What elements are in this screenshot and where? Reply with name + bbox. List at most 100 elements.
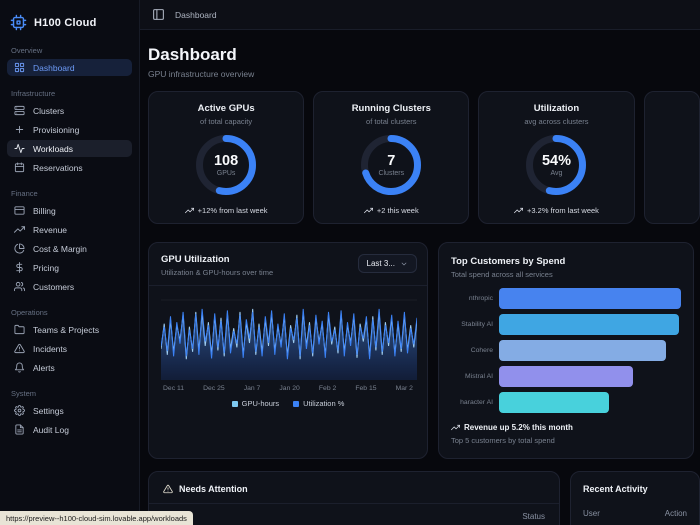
stat-card-running-clusters: Running Clusters of total clusters 7 Cluste… [313,91,470,224]
dollar-icon [14,262,25,273]
gpu-chart-plot [149,286,427,380]
bell-icon [14,362,25,373]
customer-bar [499,392,610,413]
customer-label: haracter AI [460,398,493,406]
time-range-dropdown[interactable]: Last 3... [357,254,417,273]
x-axis-ticks: Dec 11 Dec 25 Jan 7 Jan 20 Feb 2 Feb 15 Mar 2 [149,380,427,392]
sidebar-item-pricing[interactable]: Pricing [7,259,132,276]
column-status: Status [522,512,545,521]
customer-label: Cohere [470,346,493,354]
plus-icon [14,124,25,135]
stats-row: Active GPUs of total capacity 108 GPUs +12% … [148,91,700,224]
sidebar-section-label: Infrastructure [11,89,56,98]
x-tick: Dec 11 [163,385,185,392]
gpu-chart-subtitle: Utilization & GPU-hours over time [161,268,274,277]
gear-icon [14,405,25,416]
column-user: User [583,509,600,518]
legend-swatch [293,400,300,407]
stat-subtitle: avg across clusters [524,117,589,126]
sidebar-item-provisioning[interactable]: Provisioning [7,121,132,138]
sidebar-item-dashboard[interactable]: Dashboard [7,59,132,76]
sidebar-item-alerts[interactable]: Alerts [7,359,132,376]
sidebar-item-label: Audit Log [33,424,69,435]
customers-footer-text: Revenue up 5.2% this month [464,423,573,432]
sidebar-item-revenue[interactable]: Revenue [7,221,132,238]
customer-bar-row: nthropic [451,288,681,309]
x-tick: Feb 15 [355,385,377,392]
app-logo: H100 Cloud [7,10,132,33]
trending-up-icon [184,206,194,215]
sidebar-item-label: Clusters [33,105,65,116]
topbar: Dashboard [140,0,700,30]
file-text-icon [14,424,25,435]
sidebar-toggle-icon[interactable] [152,8,165,21]
customer-bar-row: Mistral AI [451,366,681,387]
x-tick: Feb 2 [318,385,337,392]
gpu-area-chart [161,299,417,380]
stat-subtitle: of total clusters [366,117,417,126]
sidebar: H100 Cloud Overview Dashboard Infrastructu… [0,0,140,525]
sidebar-item-label: Pricing [33,262,59,273]
recent-activity-title: Recent Activity [583,484,648,494]
sidebar-item-label: Reservations [33,162,83,173]
customer-bars: nthropic Stability AI Cohere Mistral AI hara… [451,288,681,413]
needs-attention-title: Needs Attention [179,484,248,494]
stat-trend: +12% from last week [184,206,268,215]
app-name: H100 Cloud [34,16,97,29]
bar-track [499,392,681,413]
bar-track [499,314,681,335]
sidebar-item-customers[interactable]: Customers [7,278,132,295]
sidebar-item-workloads[interactable]: Workloads [7,140,132,157]
customer-label: Stability AI [461,320,493,328]
sidebar-item-incidents[interactable]: Incidents [7,340,132,357]
breadcrumb: Dashboard [175,9,217,20]
stat-trend: +3.2% from last week [514,206,599,215]
sidebar-section-label: Overview [11,46,43,55]
x-tick: Mar 2 [395,385,413,392]
needs-attention-card: Needs Attention Item Status [148,471,560,525]
users-icon [14,281,25,292]
chart-legend: GPU-hours Utilization % [149,399,427,408]
sidebar-nav: Overview Dashboard Infrastructure Clusters P… [7,46,132,438]
customers-subtitle: Total spend across all services [451,270,553,279]
sidebar-item-reservations[interactable]: Reservations [7,159,132,176]
pie-chart-icon [14,243,25,254]
sidebar-item-label: Incidents [33,343,68,354]
sidebar-item-label: Workloads [33,143,73,154]
main-content: Dashboard GPU infrastructure overview Ac… [140,30,700,525]
gpu-chart-title: GPU Utilization [161,254,230,265]
stat-card-partial [643,91,700,224]
trending-up-icon [514,206,524,215]
credit-card-icon [14,205,25,216]
customer-bar [499,314,679,335]
page-title: Dashboard [148,45,237,64]
stat-unit: Clusters [378,170,405,177]
sidebar-item-label: Provisioning [33,124,80,135]
sidebar-item-label: Settings [33,405,64,416]
stat-trend: +2 this week [363,206,419,215]
customer-label: nthropic [468,294,493,302]
x-tick: Dec 25 [203,385,225,392]
sidebar-item-audit-log[interactable]: Audit Log [7,421,132,438]
charts-row: GPU Utilization Utilization & GPU-hours … [148,242,700,459]
legend-swatch [231,400,238,407]
chevron-down-icon [400,260,408,268]
stat-subtitle: of total capacity [200,117,253,126]
sidebar-item-cost-margin[interactable]: Cost & Margin [7,240,132,257]
activity-icon [14,143,25,154]
stat-value: 108 [213,153,239,169]
top-customers-card: Top Customers by Spend Total spend acros… [438,242,694,459]
sidebar-item-label: Billing [33,205,56,216]
stat-unit: Avg [550,170,563,177]
customers-footer: Revenue up 5.2% this month [451,423,681,432]
stat-value: 54% [541,153,571,169]
sidebar-item-clusters[interactable]: Clusters [7,102,132,119]
sidebar-item-billing[interactable]: Billing [7,202,132,219]
bar-track [499,340,681,361]
page-subtitle: GPU infrastructure overview [148,69,255,79]
sidebar-item-teams-projects[interactable]: Teams & Projects [7,321,132,338]
customer-bar [499,288,681,309]
legend-item: GPU-hours [231,399,279,408]
sidebar-item-settings[interactable]: Settings [7,402,132,419]
sidebar-section-label: System [11,389,37,398]
